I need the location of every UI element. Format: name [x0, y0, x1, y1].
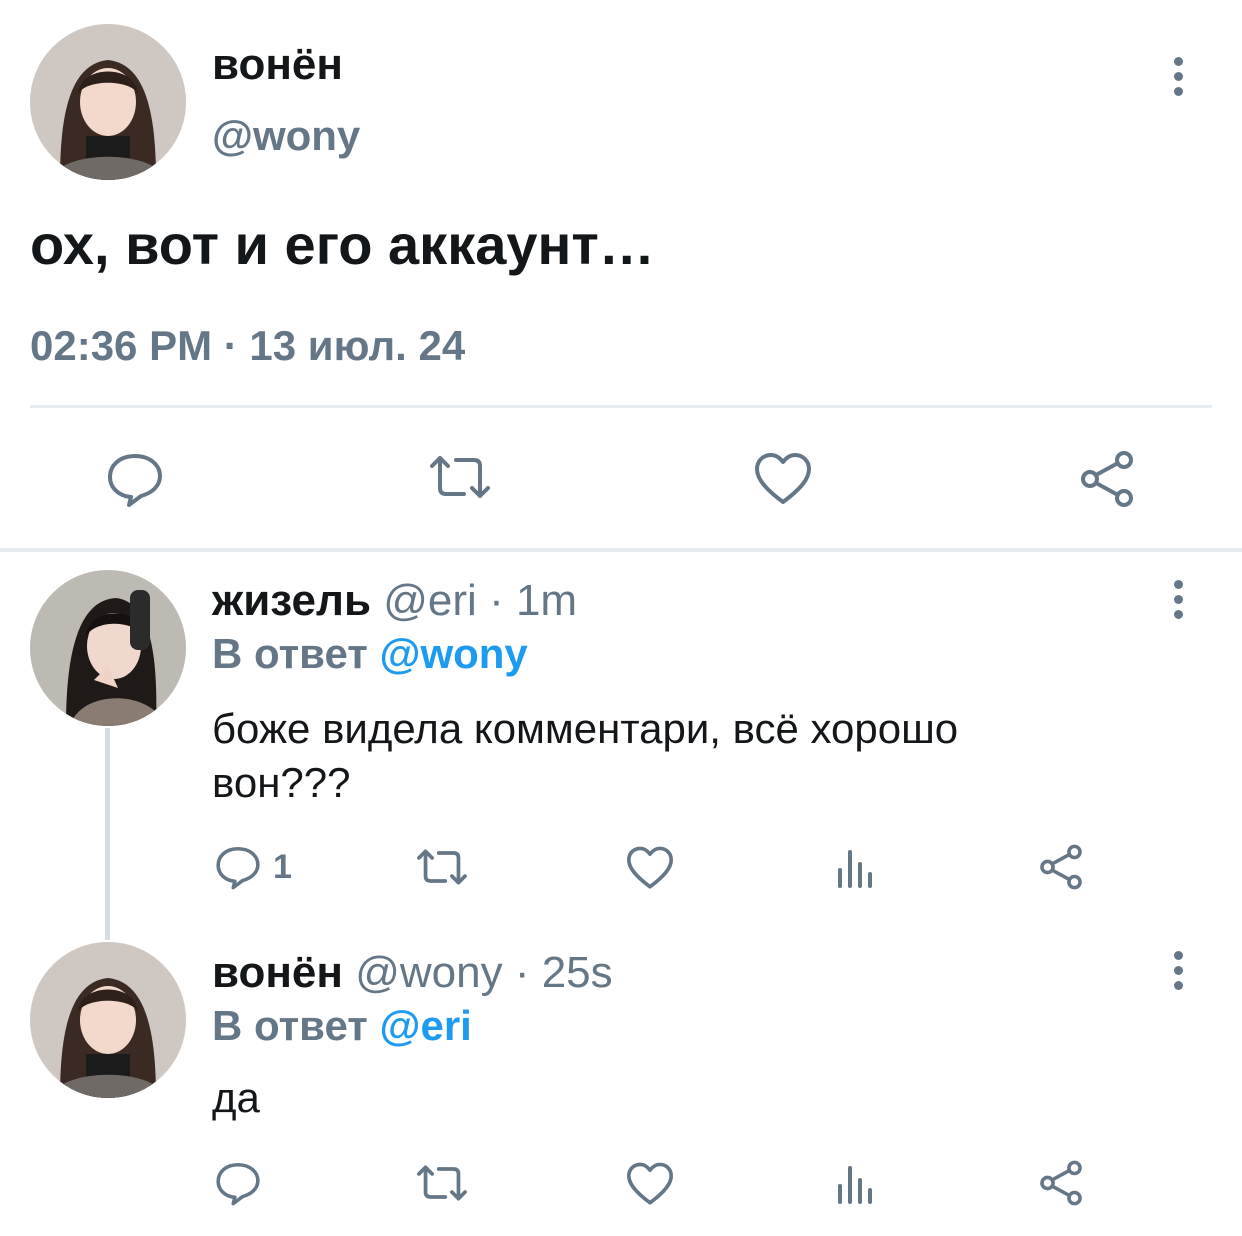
reply1-reply-count: 1 [273, 847, 292, 886]
reply1-retweet-icon[interactable] [414, 846, 470, 893]
avatar-wony[interactable] [30, 24, 186, 180]
reply2-reply-icon[interactable] [215, 1160, 261, 1211]
reply1-reply-button[interactable]: 1 [215, 844, 292, 890]
main-tweet-text: ох, вот и его аккаунт… [30, 213, 655, 276]
reply1-header: жизель @eri · 1m [212, 576, 577, 626]
reply1-handle[interactable]: @eri [383, 576, 477, 625]
reply1-like-icon[interactable] [626, 846, 674, 895]
reply2-views-icon[interactable] [836, 1162, 876, 1209]
reply1-reply-prefix: В ответ [212, 630, 368, 677]
reply-icon[interactable] [106, 450, 164, 513]
reply2-context: В ответ @eri [212, 1002, 472, 1050]
avatar-eri[interactable] [30, 570, 186, 726]
reply2-text: да [212, 1074, 260, 1121]
reply1-text-line2: вон??? [212, 759, 351, 806]
thread-line [105, 728, 110, 940]
retweet-icon[interactable] [426, 452, 494, 507]
reply2-more-icon[interactable] [1174, 951, 1183, 990]
main-display-name[interactable]: вонён [212, 40, 343, 90]
like-icon[interactable] [754, 452, 812, 511]
reply1-time: · 1m [489, 576, 578, 625]
reply2-retweet-icon[interactable] [414, 1162, 470, 1209]
reply2-share-icon[interactable] [1038, 1160, 1084, 1211]
reply1-text-line1: боже видела комментари, всё хорошо [212, 705, 959, 752]
section-divider [0, 548, 1242, 552]
reply2-reply-prefix: В ответ [212, 1002, 368, 1049]
reply1-views-icon[interactable] [836, 846, 876, 893]
reply2-time: · 25s [514, 948, 613, 997]
more-icon[interactable] [1174, 57, 1183, 96]
main-handle[interactable]: @wony [212, 112, 360, 160]
reply2-header: вонён @wony · 25s [212, 948, 613, 998]
reply1-display-name[interactable]: жизель [212, 576, 371, 625]
reply2-display-name[interactable]: вонён [212, 948, 343, 997]
reply-icon [216, 846, 260, 890]
reply1-mention-link[interactable]: @wony [380, 630, 528, 677]
reply1-text: боже видела комментари, всё хорошо вон??… [212, 702, 958, 810]
reply1-share-icon[interactable] [1038, 844, 1084, 895]
reply2-handle[interactable]: @wony [355, 948, 502, 997]
main-timestamp: 02:36 PM · 13 июл. 24 [30, 322, 466, 369]
reply2-mention-link[interactable]: @eri [380, 1002, 472, 1049]
avatar-wony-reply[interactable] [30, 942, 186, 1098]
divider [30, 405, 1212, 408]
share-icon[interactable] [1078, 450, 1136, 513]
reply2-like-icon[interactable] [626, 1162, 674, 1211]
reply1-more-icon[interactable] [1174, 580, 1183, 619]
reply1-context: В ответ @wony [212, 630, 528, 678]
